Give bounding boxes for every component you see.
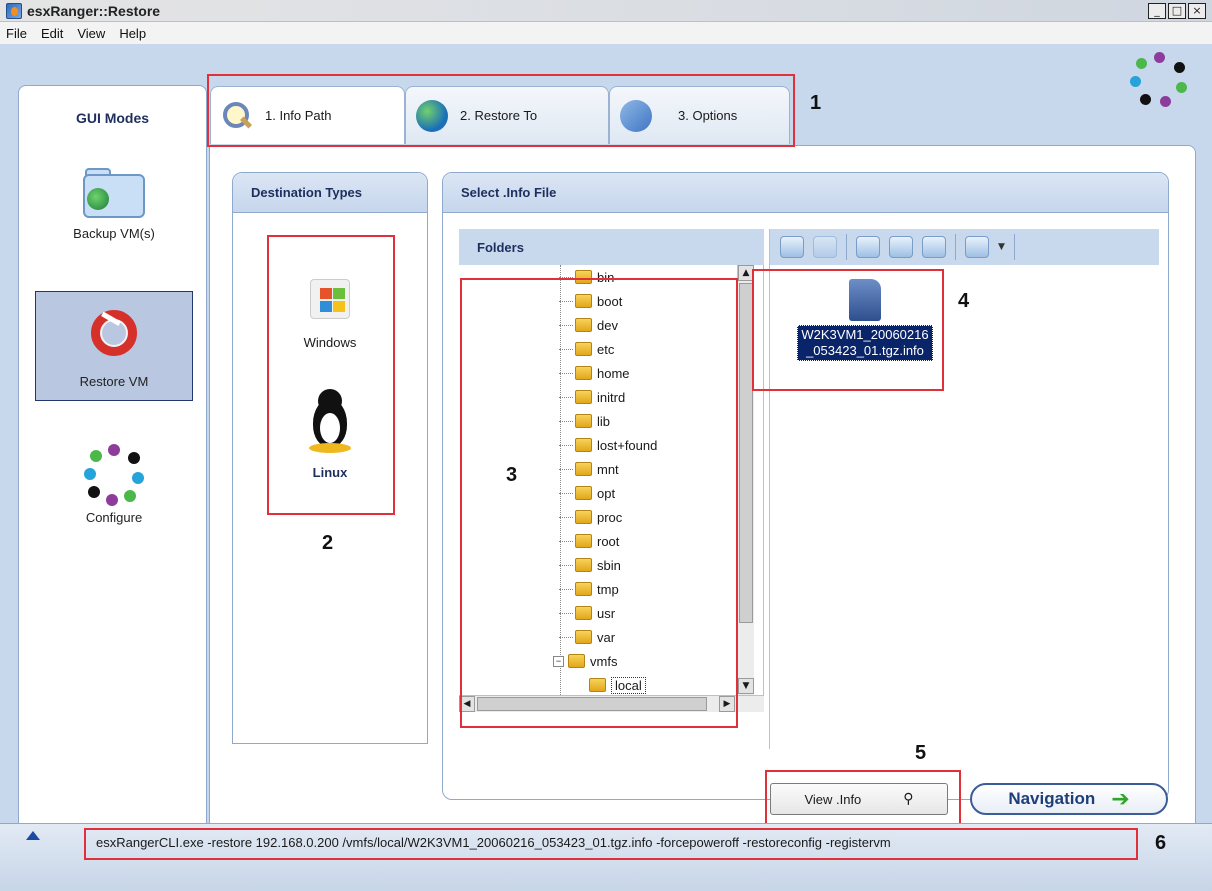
gui-modes-heading: GUI Modes bbox=[75, 110, 150, 126]
back-icon[interactable] bbox=[780, 236, 804, 258]
view-icon[interactable] bbox=[965, 236, 989, 258]
title-bar: esxRanger::Restore _ □ × bbox=[0, 0, 1212, 22]
annotation-number: 3 bbox=[506, 464, 518, 486]
window-controls: _ □ × bbox=[1148, 3, 1206, 19]
annotation-number: 4 bbox=[958, 290, 970, 312]
annotation-box-4 bbox=[752, 269, 944, 391]
scroll-thumb[interactable] bbox=[739, 283, 753, 623]
nav-backup-label: Backup VM(s) bbox=[73, 226, 155, 241]
minimize-button[interactable]: _ bbox=[1148, 3, 1166, 19]
annotation-box-3 bbox=[460, 278, 738, 728]
logo-dots-icon bbox=[1130, 52, 1190, 112]
folders-heading: Folders bbox=[459, 229, 764, 265]
annotation-box-1 bbox=[207, 74, 795, 147]
menu-view[interactable]: View bbox=[77, 26, 105, 41]
annotation-box-5 bbox=[765, 770, 961, 826]
menu-file[interactable]: File bbox=[6, 26, 27, 41]
status-bar: esxRangerCLI.exe -restore 192.168.0.200 … bbox=[0, 823, 1212, 891]
window-title: esxRanger::Restore bbox=[27, 3, 161, 19]
gui-modes-panel: GUI Modes Backup VM(s) Restore VM Config… bbox=[18, 85, 207, 863]
nav-restore-vm[interactable]: Restore VM bbox=[35, 291, 193, 401]
backup-folder-icon bbox=[79, 164, 149, 220]
nav-restore-label: Restore VM bbox=[79, 374, 149, 389]
annotation-box-6 bbox=[84, 828, 1138, 860]
menu-bar: File Edit View Help bbox=[0, 22, 1212, 44]
nav-backup-vms[interactable]: Backup VM(s) bbox=[35, 164, 193, 274]
add-icon[interactable] bbox=[889, 236, 913, 258]
menu-help[interactable]: Help bbox=[119, 26, 146, 41]
maximize-button[interactable]: □ bbox=[1168, 3, 1186, 19]
nav-configure-label: Configure bbox=[85, 510, 143, 525]
annotation-number: 1 bbox=[810, 92, 822, 114]
arrow-right-icon: ➔ bbox=[1111, 786, 1130, 812]
destination-types-heading: Destination Types bbox=[233, 173, 427, 213]
navigation-label: Navigation bbox=[1008, 789, 1096, 808]
annotation-number: 6 bbox=[1155, 832, 1167, 854]
dots-icon bbox=[84, 444, 144, 506]
select-info-file-heading: Select .Info File bbox=[443, 173, 1168, 213]
lifebuoy-icon bbox=[91, 310, 137, 356]
forward-icon[interactable] bbox=[813, 236, 837, 258]
app-icon bbox=[6, 3, 22, 19]
annotation-number: 2 bbox=[322, 532, 334, 554]
scroll-down-icon[interactable]: ▼ bbox=[738, 678, 754, 694]
navigation-button[interactable]: Navigation ➔ bbox=[970, 783, 1168, 815]
nav-configure[interactable]: Configure bbox=[35, 438, 193, 548]
delete-icon[interactable] bbox=[922, 236, 946, 258]
add-folder-icon[interactable] bbox=[856, 236, 880, 258]
annotation-box-2 bbox=[267, 235, 395, 515]
file-toolbar: ▼ bbox=[770, 229, 1159, 265]
view-dropdown-icon[interactable]: ▼ bbox=[998, 242, 1005, 252]
expand-up-icon[interactable] bbox=[26, 831, 40, 840]
main-area: GUI Modes Backup VM(s) Restore VM Config… bbox=[0, 44, 1212, 891]
annotation-number: 5 bbox=[915, 742, 927, 764]
menu-edit[interactable]: Edit bbox=[41, 26, 63, 41]
close-button[interactable]: × bbox=[1188, 3, 1206, 19]
